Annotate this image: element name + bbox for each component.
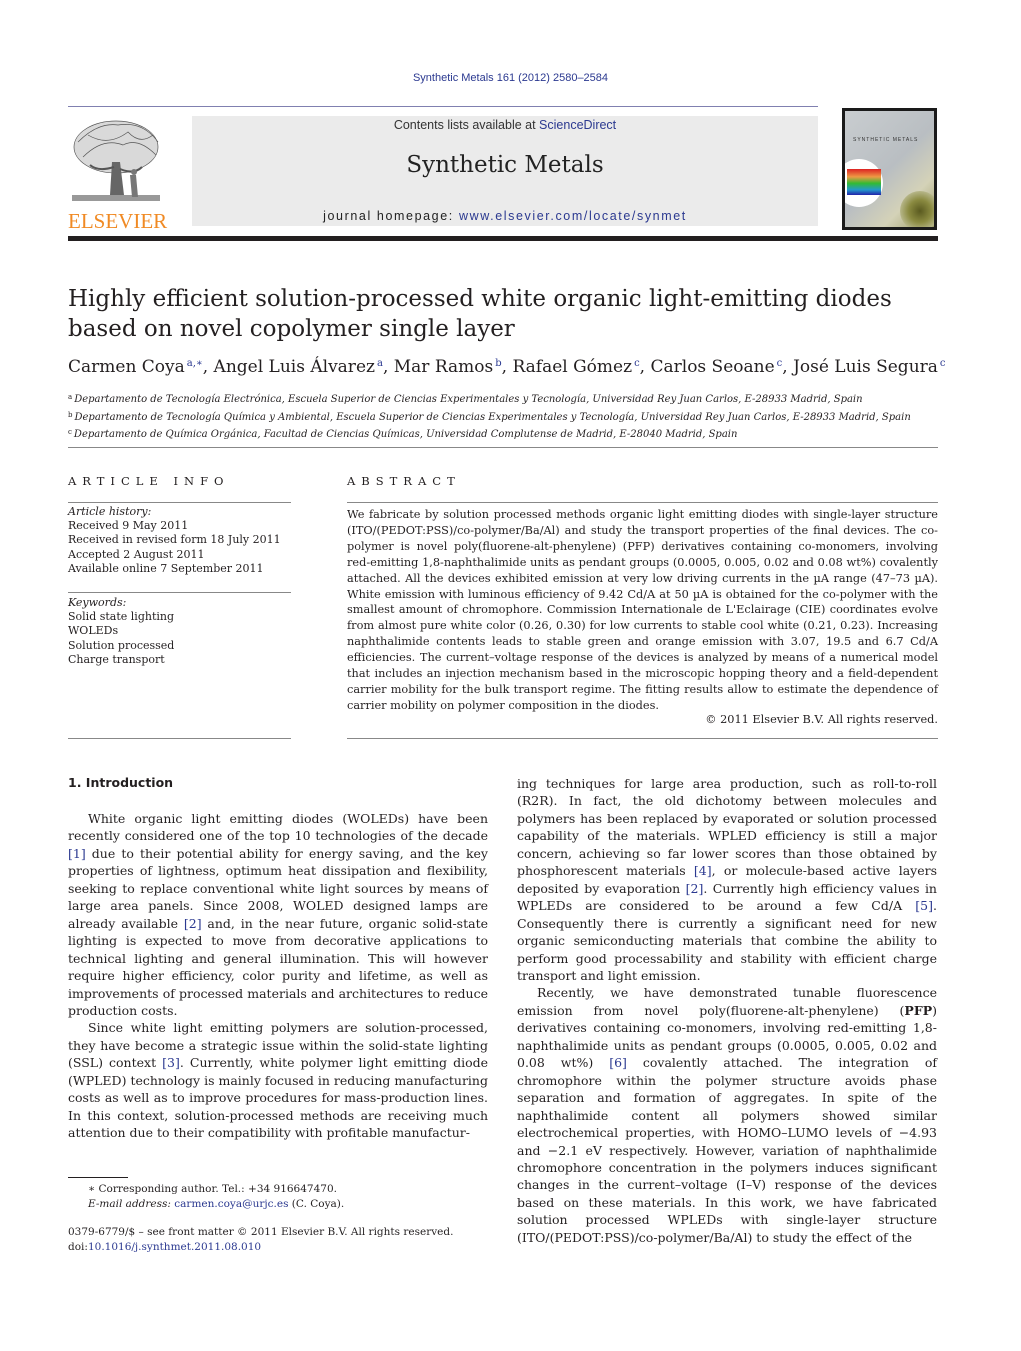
keywords-rule bbox=[68, 592, 291, 593]
footnote-legal: 0379-6779/$ – see front matter © 2011 El… bbox=[68, 1225, 498, 1255]
citation-link[interactable]: [1] bbox=[68, 846, 86, 861]
bold-term: PFP bbox=[904, 1002, 933, 1018]
article-history-label: Article history: bbox=[68, 505, 152, 518]
author-affiliation-marker[interactable]: b bbox=[495, 358, 501, 369]
body-paragraph: Recently, we have demonstrated tunable f… bbox=[517, 985, 937, 1245]
affiliation-item: a Departamento de Tecnología Electrónica,… bbox=[68, 393, 863, 405]
journal-title: Synthetic Metals bbox=[406, 152, 604, 178]
keywords-label: Keywords: bbox=[68, 596, 127, 609]
abstract-text: We fabricate by solution processed metho… bbox=[347, 508, 938, 712]
affiliation-item: b Departamento de Tecnología Química y Am… bbox=[68, 410, 911, 423]
abstract-heading: ABSTRACT bbox=[347, 474, 461, 488]
keyword-item: Charge transport bbox=[68, 652, 165, 666]
citation-link[interactable]: [2] bbox=[686, 881, 704, 896]
journal-banner: Contents lists available at ScienceDirec… bbox=[192, 116, 818, 226]
article-info-heading: ARTICLE INFO bbox=[68, 474, 230, 488]
citation-link[interactable]: [4] bbox=[694, 863, 712, 878]
history-item: Available online 7 September 2011 bbox=[68, 561, 264, 575]
history-item: Received 9 May 2011 bbox=[68, 519, 189, 533]
author-affiliation-marker[interactable]: c bbox=[940, 358, 946, 369]
article-history: Article history: Received 9 May 2011 Rec… bbox=[68, 505, 291, 576]
affiliation-list: a Departamento de Tecnología Electrónica,… bbox=[68, 390, 948, 443]
body-paragraph: White organic light emitting diodes (WOL… bbox=[68, 811, 488, 1018]
footnote-rule bbox=[68, 1177, 128, 1178]
cover-flower-graphic bbox=[900, 191, 934, 227]
email-note: E-mail address: carmen.coya@urjc.es (C. … bbox=[88, 1198, 345, 1210]
elsevier-tree-icon bbox=[72, 120, 160, 201]
affiliation-key: a bbox=[68, 393, 73, 401]
email-link[interactable]: carmen.coya@urjc.es bbox=[174, 1198, 288, 1210]
body-column-left: White organic light emitting diodes (WOL… bbox=[68, 810, 488, 1142]
elsevier-wordmark: ELSEVIER bbox=[68, 209, 168, 233]
article-info-rule bbox=[68, 502, 291, 503]
author-name[interactable]: Angel Luis Álvarez bbox=[214, 357, 375, 377]
body-paragraph: ing techniques for large area production… bbox=[517, 776, 937, 983]
citation-link[interactable]: [2] bbox=[184, 916, 202, 931]
keywords: Keywords: Solid state lighting WOLEDs So… bbox=[68, 596, 291, 667]
header-rule bbox=[68, 106, 818, 107]
author-name[interactable]: Carmen Coya bbox=[68, 357, 185, 377]
author-affiliation-marker[interactable]: a,∗ bbox=[187, 358, 203, 369]
article-info-bottom-rule bbox=[68, 738, 291, 739]
author-list: Carmen Coya a,∗, Angel Luis Álvarez a, Mar… bbox=[68, 357, 946, 377]
abstract-copyright: © 2011 Elsevier B.V. All rights reserved… bbox=[705, 713, 938, 726]
author-name[interactable]: Rafael Gómez bbox=[512, 357, 632, 377]
journal-citation[interactable]: Synthetic Metals 161 (2012) 2580–2584 bbox=[0, 72, 1021, 84]
cover-spectrum-graphic bbox=[847, 169, 881, 195]
footnote-corresponding: ∗ Corresponding author. Tel.: +34 916647… bbox=[68, 1182, 498, 1212]
sciencedirect-link[interactable]: ScienceDirect bbox=[539, 118, 616, 132]
affiliation-key: b bbox=[68, 410, 73, 419]
article-title: Highly efficient solution-processed whit… bbox=[68, 286, 892, 342]
body-paragraph: Since white light emitting polymers are … bbox=[68, 1020, 488, 1141]
issn-line: 0379-6779/$ – see front matter © 2011 El… bbox=[68, 1226, 454, 1238]
history-item: Accepted 2 August 2011 bbox=[68, 547, 205, 561]
abstract-rule bbox=[347, 502, 938, 503]
citation-link[interactable]: [3] bbox=[162, 1055, 180, 1070]
corresponding-author-note: ∗ Corresponding author. Tel.: +34 916647… bbox=[88, 1183, 337, 1195]
doi-link[interactable]: 10.1016/j.synthmet.2011.08.010 bbox=[88, 1241, 261, 1253]
journal-homepage-line: journal homepage: www.elsevier.com/locat… bbox=[323, 209, 687, 223]
author-affiliation-marker[interactable]: c bbox=[634, 358, 640, 369]
citation-link[interactable]: [6] bbox=[609, 1055, 627, 1070]
keyword-item: Solid state lighting bbox=[68, 610, 175, 624]
elsevier-logo[interactable]: ELSEVIER bbox=[68, 117, 168, 233]
author-affiliation-marker[interactable]: a bbox=[377, 358, 383, 369]
doi-line: doi:10.1016/j.synthmet.2011.08.010 bbox=[68, 1241, 262, 1253]
keyword-item: WOLEDs bbox=[68, 624, 119, 638]
affiliation-key: c bbox=[68, 428, 72, 436]
header-thick-rule bbox=[68, 236, 938, 241]
keyword-item: Solution processed bbox=[68, 638, 175, 652]
contents-line: Contents lists available at ScienceDirec… bbox=[393, 118, 617, 132]
journal-homepage-link[interactable]: www.elsevier.com/locate/synmet bbox=[459, 209, 687, 223]
author-name[interactable]: Carlos Seoane bbox=[650, 357, 774, 377]
cover-image: SYNTHETIC METALS bbox=[845, 111, 934, 227]
affiliation-item: c Departamento de Química Orgánica, Facul… bbox=[68, 428, 738, 440]
author-affiliation-marker[interactable]: c bbox=[777, 358, 783, 369]
journal-cover-thumbnail[interactable]: SYNTHETIC METALS bbox=[842, 108, 937, 230]
cover-title: SYNTHETIC METALS bbox=[853, 137, 919, 143]
citation-link[interactable]: [5] bbox=[915, 898, 933, 913]
author-name[interactable]: José Luis Segura bbox=[793, 357, 938, 377]
section-heading-introduction: 1. Introduction bbox=[68, 775, 174, 790]
author-name[interactable]: Mar Ramos bbox=[394, 357, 493, 377]
history-item: Received in revised form 18 July 2011 bbox=[68, 533, 281, 547]
body-column-right: ing techniques for large area production… bbox=[517, 775, 937, 1246]
title-rule bbox=[68, 447, 938, 448]
abstract-bottom-rule bbox=[347, 738, 938, 739]
